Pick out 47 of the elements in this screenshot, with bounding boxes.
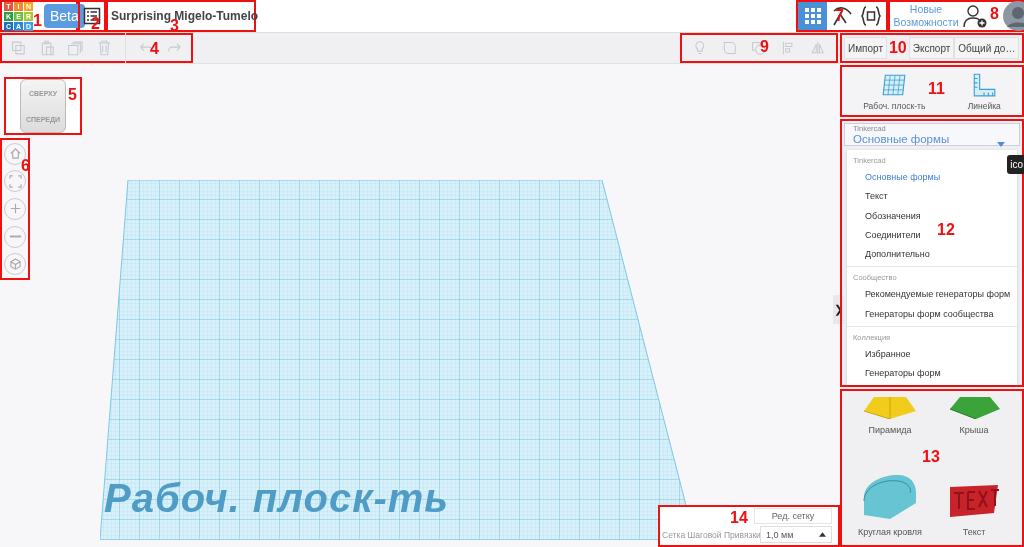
annotation-number: 1	[33, 13, 42, 29]
export-button[interactable]: Экспорт	[908, 37, 955, 59]
menu-item[interactable]: Соединители	[859, 225, 927, 245]
menu-item[interactable]: Основные формы	[859, 168, 947, 188]
menu-item[interactable]: Дополнительно	[859, 245, 936, 265]
edit-grid-button[interactable]: Ред. сетку	[754, 508, 832, 524]
menu-item[interactable]: Избранное	[859, 344, 917, 364]
annotation-number: 4	[150, 41, 159, 57]
home-icon	[8, 147, 22, 161]
annotation-number: 14	[730, 510, 748, 526]
shape-label: Пирамида	[868, 425, 912, 435]
caret-icon	[819, 532, 826, 537]
shape-label: Крыша	[959, 425, 989, 435]
annotation-number: 9	[760, 39, 769, 55]
code-blocks-icon	[859, 4, 884, 28]
fit-view-icon	[8, 174, 22, 188]
zoom-out-button[interactable]	[4, 225, 26, 248]
fit-view-button[interactable]	[4, 170, 26, 193]
zoom-in-button[interactable]	[4, 198, 26, 220]
add-user-icon[interactable]	[962, 3, 988, 29]
annotation-number: 11	[928, 81, 945, 97]
cube-icon	[8, 257, 22, 271]
tooltip: ico	[1007, 155, 1024, 174]
ruler-button[interactable]: Линейка	[961, 70, 1007, 112]
grid-icon	[802, 6, 823, 26]
avatar-icon[interactable]	[1002, 1, 1024, 31]
annotation-number: 5	[68, 87, 77, 103]
workplane-label: Рабоч. плоск-ть	[104, 476, 450, 521]
snap-grid-dropdown[interactable]: 1,0 мм	[760, 526, 832, 543]
annotation-number: 8	[990, 6, 999, 22]
menu-item[interactable]: Текст	[859, 187, 894, 207]
menu-item[interactable]: Генераторы форм	[859, 364, 947, 384]
annotation-number: 13	[922, 449, 940, 465]
shape-label: Текст	[962, 527, 986, 537]
annotation-number: 10	[888, 40, 907, 56]
menu-item[interactable]: Обозначения	[859, 206, 927, 226]
share-button[interactable]: Общий до…	[954, 37, 1020, 59]
annotation-number: 12	[937, 222, 955, 238]
shape-label: Круглая кровля	[858, 527, 922, 537]
caret-icon	[997, 142, 1005, 147]
import-button[interactable]: Импорт	[844, 37, 887, 59]
menu-item[interactable]: Рекомендуемые генераторы форм	[859, 285, 1017, 305]
perspective-button[interactable]	[4, 253, 26, 276]
plus-icon	[8, 202, 22, 216]
menu-item[interactable]: Генераторы форм сообщества	[859, 304, 1000, 324]
snap-grid-label: Сетка Шаговой Привязки	[662, 530, 761, 540]
ruler-icon	[971, 71, 998, 98]
